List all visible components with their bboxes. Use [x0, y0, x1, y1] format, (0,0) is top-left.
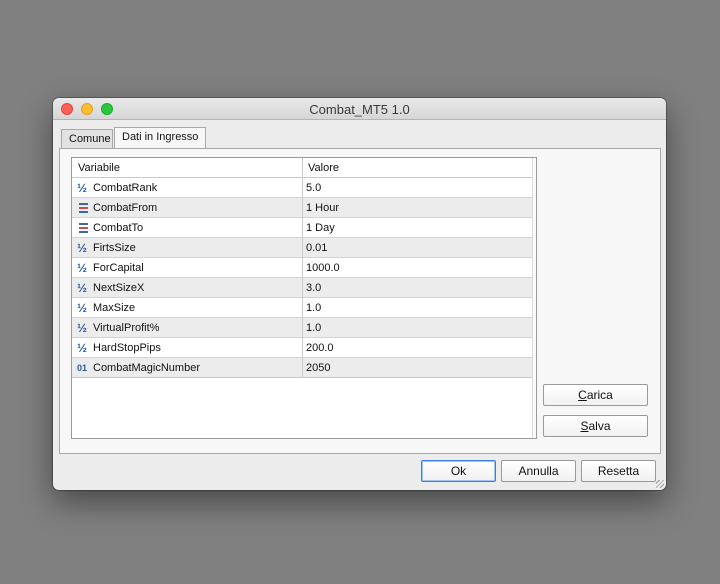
column-separator[interactable] [302, 158, 303, 178]
row-value[interactable]: 1 Day [306, 222, 335, 234]
parameters-table: Variabile Valore ½ CombatRank 5.0 Combat… [71, 157, 537, 439]
save-button[interactable]: Salva [543, 415, 648, 437]
window-title: Combat_MT5 1.0 [309, 102, 410, 117]
row-name: MaxSize [93, 302, 136, 314]
cell-separator [302, 258, 303, 278]
table-row[interactable]: CombatFrom 1 Hour [72, 198, 534, 218]
table-row[interactable]: ½ CombatRank 5.0 [72, 178, 534, 198]
dialog-window: Combat_MT5 1.0 Comune Dati in Ingresso V… [53, 98, 666, 490]
integer-icon: 01 [77, 363, 88, 373]
table-row[interactable]: ½ FirtsSize 0.01 [72, 238, 534, 258]
row-name: ForCapital [93, 262, 144, 274]
reset-button[interactable]: Resetta [581, 460, 656, 482]
row-value[interactable]: 2050 [306, 362, 330, 374]
row-value[interactable]: 1 Hour [306, 202, 339, 214]
enum-icon [77, 201, 91, 215]
load-button-mnemonic: C [578, 388, 587, 402]
save-button-label: alva [588, 419, 611, 433]
cell-separator [302, 318, 303, 338]
row-name: HardStopPips [93, 342, 161, 354]
ok-button[interactable]: Ok [421, 460, 496, 482]
tab-comune[interactable]: Comune [61, 129, 113, 148]
fraction-icon: ½ [77, 281, 88, 295]
table-row[interactable]: ½ MaxSize 1.0 [72, 298, 534, 318]
row-value[interactable]: 1000.0 [306, 262, 340, 274]
row-name: CombatRank [93, 182, 158, 194]
row-value[interactable]: 200.0 [306, 342, 334, 354]
fraction-icon: ½ [77, 241, 88, 255]
table-row[interactable]: CombatTo 1 Day [72, 218, 534, 238]
cell-separator [302, 298, 303, 318]
fraction-icon: ½ [77, 301, 88, 315]
load-button-label: arica [586, 388, 613, 402]
row-value[interactable]: 1.0 [306, 322, 321, 334]
cancel-button[interactable]: Annulla [501, 460, 576, 482]
cell-separator [302, 218, 303, 238]
row-value[interactable]: 0.01 [306, 242, 327, 254]
enum-icon [77, 221, 91, 235]
fraction-icon: ½ [77, 321, 88, 335]
save-button-mnemonic: S [580, 419, 589, 433]
table-row[interactable]: ½ HardStopPips 200.0 [72, 338, 534, 358]
column-header-variable[interactable]: Variabile [78, 162, 120, 174]
table-row[interactable]: ½ VirtualProfit% 1.0 [72, 318, 534, 338]
load-button[interactable]: Carica [543, 384, 648, 406]
table-row[interactable]: ½ NextSizeX 3.0 [72, 278, 534, 298]
table-header: Variabile Valore [72, 158, 534, 178]
cell-separator [302, 338, 303, 358]
column-header-value[interactable]: Valore [308, 162, 339, 174]
row-value[interactable]: 3.0 [306, 282, 321, 294]
cell-separator [302, 198, 303, 218]
row-name: NextSizeX [93, 282, 145, 294]
row-name: CombatTo [93, 222, 144, 234]
cell-separator [302, 178, 303, 198]
row-name: CombatFrom [93, 202, 158, 214]
row-name: FirtsSize [93, 242, 136, 254]
row-name: VirtualProfit% [93, 322, 160, 334]
cell-separator [302, 358, 303, 378]
row-name: CombatMagicNumber [93, 362, 200, 374]
row-value[interactable]: 1.0 [306, 302, 321, 314]
title-bar[interactable]: Combat_MT5 1.0 [53, 98, 666, 120]
table-row[interactable]: ½ ForCapital 1000.0 [72, 258, 534, 278]
fraction-icon: ½ [77, 181, 88, 195]
row-value[interactable]: 5.0 [306, 182, 321, 194]
vertical-scrollbar[interactable] [532, 158, 536, 438]
table-row[interactable]: 01 CombatMagicNumber 2050 [72, 358, 534, 378]
tab-panel: Variabile Valore ½ CombatRank 5.0 Combat… [59, 148, 661, 454]
tab-dati-in-ingresso[interactable]: Dati in Ingresso [114, 127, 206, 148]
fraction-icon: ½ [77, 261, 88, 275]
resize-grip-icon[interactable] [656, 480, 664, 488]
cell-separator [302, 238, 303, 258]
cell-separator [302, 278, 303, 298]
fraction-icon: ½ [77, 341, 88, 355]
